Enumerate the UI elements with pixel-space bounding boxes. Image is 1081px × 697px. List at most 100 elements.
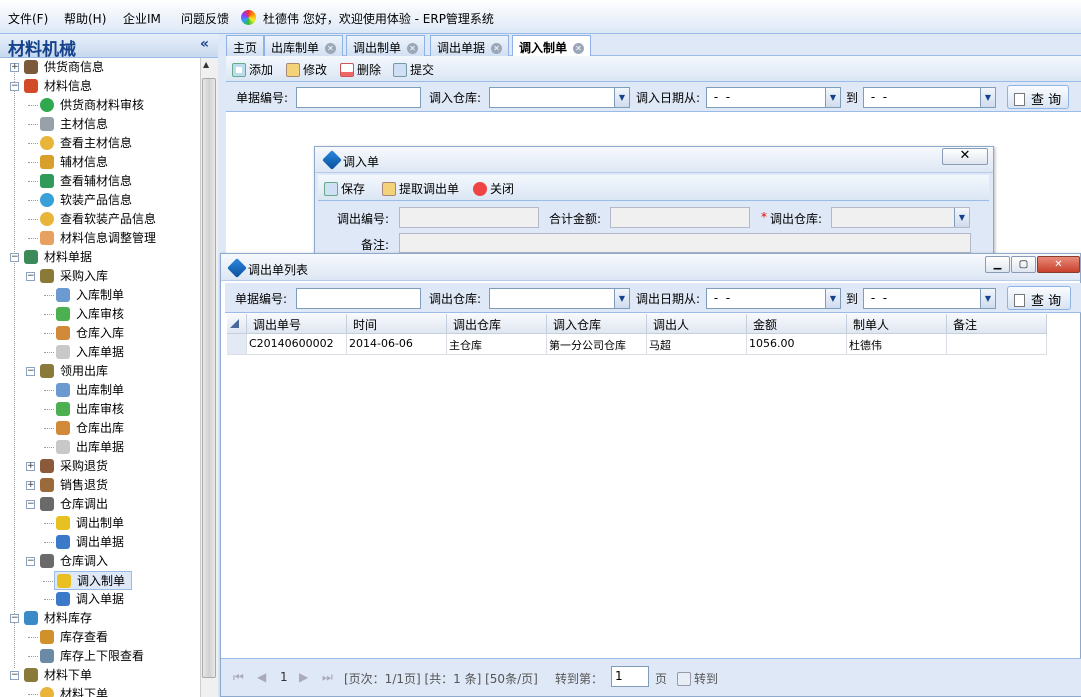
table-cell[interactable]	[947, 334, 1047, 355]
query-button[interactable]: 查 询	[1007, 85, 1069, 109]
home-icon	[24, 79, 38, 93]
out-warehouse-select[interactable]: ▼	[831, 207, 970, 228]
save-button[interactable]: 保存	[324, 180, 365, 196]
first-page-icon[interactable]: ⏮	[233, 670, 244, 685]
tree-connector	[28, 181, 38, 182]
doc-no-input[interactable]	[296, 87, 421, 108]
minimize-button[interactable]: ▁	[985, 256, 1010, 273]
list-warehouse-out-select[interactable]: ▼	[489, 288, 630, 309]
out-no-input[interactable]	[399, 207, 539, 228]
prev-page-icon[interactable]: ◀	[257, 670, 266, 684]
close-icon[interactable]: ✕	[325, 43, 337, 54]
expand-icon[interactable]: +	[10, 63, 19, 72]
delete-button[interactable]: 删除	[340, 61, 381, 77]
last-page-icon[interactable]: ⏭	[322, 670, 333, 685]
window-close-button[interactable]: ✕	[1037, 256, 1080, 273]
list-query-button[interactable]: 查 询	[1007, 286, 1071, 310]
calendar-dropdown-icon[interactable]: ▼	[980, 289, 995, 308]
dialog-close-button[interactable]: ✕	[942, 148, 988, 165]
table-cell[interactable]: 第一分公司仓库	[547, 334, 647, 355]
column-header[interactable]: 时间	[347, 314, 447, 334]
star-icon	[57, 574, 71, 588]
tab-transfer-out-order[interactable]: 调出制单 ✕	[346, 35, 426, 56]
date-to-input[interactable]: - - ▼	[863, 87, 996, 108]
menu-help[interactable]: 帮助(H)	[64, 10, 106, 27]
chevron-down-icon[interactable]: ▼	[954, 208, 969, 227]
tree-item-label: 材料单据	[44, 250, 93, 264]
tree-scrollbar-thumb[interactable]	[202, 78, 216, 678]
menu-enterprise-im[interactable]: 企业IM	[123, 10, 161, 27]
collapse-icon[interactable]: −	[10, 82, 19, 91]
close-icon[interactable]: ✕	[491, 43, 503, 54]
column-header[interactable]: 备注	[947, 314, 1047, 334]
menu-file[interactable]: 文件(F)	[8, 10, 48, 27]
table-cell[interactable]: 主仓库	[447, 334, 547, 355]
tree-item[interactable]: 调入制单	[43, 571, 132, 590]
table-cell[interactable]: 杜德伟	[847, 334, 947, 355]
chevron-down-icon[interactable]: ▼	[614, 88, 629, 107]
tree-item-label: 调出单据	[76, 535, 125, 549]
date-from-input[interactable]: - - ▼	[706, 87, 841, 108]
tree-item-label: 材料下单	[44, 668, 93, 682]
column-header[interactable]: 金额	[747, 314, 847, 334]
pager-bar: ⏮ ◀ 1 ▶ ⏭ [页次：1/1页] [共：1 条] [50条/页] 转到第：…	[221, 658, 1081, 696]
close-button[interactable]: 关闭	[473, 180, 514, 196]
calendar-dropdown-icon[interactable]: ▼	[980, 88, 995, 107]
scroll-up-icon[interactable]: ▲	[203, 60, 209, 69]
fetch-transfer-out-button[interactable]: 提取调出单	[382, 180, 459, 196]
edit-button[interactable]: 修改	[286, 61, 327, 77]
calendar-dropdown-icon[interactable]: ▼	[825, 88, 840, 107]
globe-icon	[24, 611, 38, 625]
total-amount-input[interactable]	[610, 207, 750, 228]
tree-item-label: 仓库出库	[76, 421, 125, 435]
collapse-icon[interactable]: −	[26, 500, 35, 509]
delete-label: 删除	[357, 63, 382, 77]
remark-input[interactable]	[399, 233, 971, 253]
tab-label: 调出制单	[353, 41, 402, 55]
collapse-icon[interactable]: −	[10, 614, 19, 623]
table-cell[interactable]: 1056.00	[747, 334, 847, 355]
collapse-icon[interactable]: −	[26, 272, 35, 281]
tab-home[interactable]: 主页	[226, 35, 265, 56]
collapse-icon[interactable]: −	[10, 253, 19, 262]
tree-item-label: 仓库调入	[60, 554, 109, 568]
column-header[interactable]: 调出仓库	[447, 314, 547, 334]
tab-stock-out-order[interactable]: 出库制单 ✕	[264, 35, 344, 56]
tab-label: 调入制单	[519, 41, 568, 55]
collapse-icon[interactable]: −	[26, 557, 35, 566]
column-header[interactable]: 调出人	[647, 314, 747, 334]
goto-button[interactable]: 转到	[677, 670, 718, 687]
submit-button[interactable]: 提交	[393, 61, 434, 77]
tab-transfer-in-order[interactable]: 调入制单 ✕	[512, 35, 592, 56]
tools-icon	[40, 269, 54, 283]
next-page-icon[interactable]: ▶	[299, 670, 308, 684]
maximize-button[interactable]: ▢	[1011, 256, 1036, 273]
collapse-panel-button[interactable]: «	[200, 36, 209, 52]
close-icon[interactable]: ✕	[407, 43, 419, 54]
table-cell[interactable]: 2014-06-06	[347, 334, 447, 355]
column-header[interactable]: 调入仓库	[547, 314, 647, 334]
select-all-header[interactable]	[227, 314, 247, 334]
menu-feedback[interactable]: 问题反馈	[181, 10, 229, 27]
collapse-icon[interactable]: −	[26, 367, 35, 376]
chevron-down-icon[interactable]: ▼	[614, 289, 629, 308]
row-header[interactable]	[227, 334, 247, 355]
edit-label: 修改	[303, 63, 328, 77]
column-header[interactable]: 制单人	[847, 314, 947, 334]
collapse-icon[interactable]: −	[10, 671, 19, 680]
list-date-from-input[interactable]: - - ▼	[706, 288, 841, 309]
table-cell[interactable]: C20140600002	[247, 334, 347, 355]
list-date-to-input[interactable]: - - ▼	[863, 288, 996, 309]
tab-transfer-out-docs[interactable]: 调出单据 ✕	[430, 35, 510, 56]
calendar-dropdown-icon[interactable]: ▼	[825, 289, 840, 308]
expand-icon[interactable]: +	[26, 481, 35, 490]
goto-page-input[interactable]: 1	[611, 666, 649, 687]
list-doc-no-input[interactable]	[296, 288, 421, 309]
column-header[interactable]: 调出单号	[247, 314, 347, 334]
add-button[interactable]: 添加	[232, 61, 273, 77]
warehouse-icon	[56, 326, 70, 340]
close-icon[interactable]: ✕	[573, 43, 585, 54]
expand-icon[interactable]: +	[26, 462, 35, 471]
table-cell[interactable]: 马超	[647, 334, 747, 355]
warehouse-in-select[interactable]: ▼	[489, 87, 630, 108]
